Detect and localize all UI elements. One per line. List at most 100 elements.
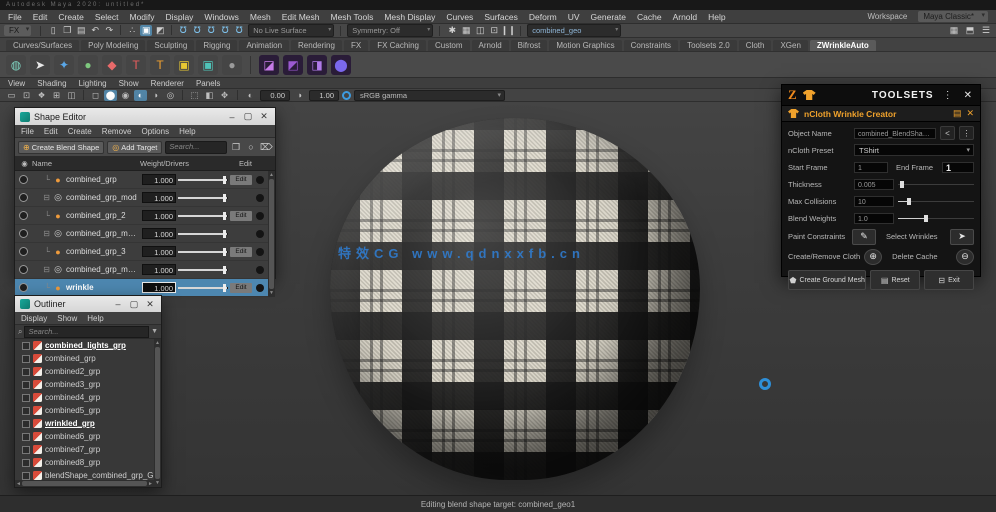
select-hierarchy-icon[interactable]: ∴ — [126, 25, 138, 36]
snap-grid-icon[interactable]: ℧ — [177, 25, 189, 36]
mute-dot[interactable] — [254, 283, 266, 292]
shelf-tab-zwrinkleauto[interactable]: ZWrinkleAuto — [809, 40, 876, 51]
visibility-checkbox[interactable] — [22, 458, 30, 467]
menu-mesh-tools[interactable]: Mesh Tools — [331, 12, 374, 22]
shelf-tab-constraints[interactable]: Constraints — [623, 40, 679, 51]
expand-toggle-icon[interactable]: ⊟ — [32, 265, 50, 274]
pause-icon[interactable]: ❙❙ — [501, 25, 516, 36]
maximize-button[interactable]: ▢ — [242, 111, 254, 122]
create-ground-mesh-button[interactable]: ⬟ Create Ground Mesh — [788, 270, 867, 290]
menu-select[interactable]: Select — [95, 12, 119, 22]
menu-uv[interactable]: UV — [568, 12, 580, 22]
shelf-tab-fx[interactable]: FX — [343, 40, 369, 51]
menu-cache[interactable]: Cache — [637, 12, 662, 22]
screen-ao-icon[interactable]: ◎ — [164, 90, 177, 101]
shelf-dark-sphere-icon[interactable]: ● — [222, 54, 242, 75]
viewport-menu-lighting[interactable]: Lighting — [79, 79, 107, 88]
solo-radio[interactable] — [19, 211, 28, 220]
plaid-cloth-mesh[interactable] — [330, 118, 700, 480]
outliner-item[interactable]: combined_grp — [15, 352, 154, 365]
expand-toggle-icon[interactable]: ⊟ — [32, 229, 50, 238]
shelf-tab-arnold[interactable]: Arnold — [471, 40, 509, 51]
end-frame-input[interactable]: 1 — [942, 161, 974, 173]
menu-display[interactable]: Display — [166, 12, 194, 22]
visibility-checkbox[interactable] — [22, 341, 30, 350]
expand-toggle-icon[interactable]: ⊟ — [32, 193, 50, 202]
shape-editor-menu-options[interactable]: Options — [142, 127, 170, 136]
redo-icon[interactable]: ↷ — [103, 25, 115, 36]
max-collisions-input[interactable]: 10 — [854, 195, 894, 207]
image-plane-icon[interactable]: ◫ — [65, 90, 78, 101]
outliner-item[interactable]: wrinkled_grp — [15, 417, 154, 430]
menu-windows[interactable]: Windows — [204, 12, 238, 22]
shelf-star-tool-icon[interactable]: ✦ — [54, 54, 74, 75]
shelf-plugin-icon-2[interactable]: ◩ — [283, 54, 303, 75]
outliner-menu-show[interactable]: Show — [57, 314, 77, 323]
outliner-item[interactable]: combined3_grp — [15, 378, 154, 391]
visibility-checkbox[interactable] — [22, 354, 30, 363]
mute-dot[interactable] — [254, 193, 266, 202]
delete-cache-button[interactable]: ⊖ — [956, 248, 974, 265]
select-wrinkles-button[interactable]: ➤ — [950, 228, 974, 245]
isolate-select-icon[interactable]: ⬚ — [188, 90, 201, 101]
outliner-horizontal-scrollbar[interactable]: ◄ ► — [15, 480, 154, 487]
mute-dot[interactable] — [254, 247, 266, 256]
weight-slider[interactable] — [178, 247, 228, 256]
shelf-tab-sculpting[interactable]: Sculpting — [147, 40, 195, 51]
menu-mesh[interactable]: Mesh — [250, 12, 271, 22]
new-scene-icon[interactable]: ▯ — [47, 25, 59, 36]
ncloth-preset-dropdown[interactable]: TShirt — [854, 144, 974, 157]
solo-radio[interactable] — [19, 175, 28, 184]
shelf-tab-toolsets-2-0[interactable]: Toolsets 2.0 — [680, 40, 737, 51]
weight-value[interactable]: 1.000 — [142, 192, 176, 203]
shelf-tab-cloth[interactable]: Cloth — [738, 40, 772, 51]
menu-edit[interactable]: Edit — [33, 12, 48, 22]
shape-editor-row[interactable]: └ ● combined_grp_2 1.000 Edit — [15, 207, 268, 225]
xray-icon[interactable]: ◧ — [203, 90, 216, 101]
weight-value[interactable]: 1.000 — [142, 246, 176, 257]
weight-slider[interactable] — [178, 229, 228, 238]
viewport-menu-show[interactable]: Show — [119, 79, 139, 88]
shelf-tab-animation[interactable]: Animation — [239, 40, 290, 51]
menu-generate[interactable]: Generate — [591, 12, 626, 22]
weight-slider[interactable] — [178, 283, 228, 292]
render-settings-icon[interactable]: ⊡ — [488, 25, 500, 36]
mute-dot[interactable] — [254, 175, 266, 184]
shelf-pointer-tool-icon[interactable]: ➤ — [30, 54, 50, 75]
render-icon[interactable]: ▦ — [460, 25, 472, 36]
shape-editor-menu-remove[interactable]: Remove — [102, 127, 132, 136]
shape-editor-menu-file[interactable]: File — [21, 127, 34, 136]
viewport-menu-shading[interactable]: Shading — [37, 79, 66, 88]
menu-create[interactable]: Create — [58, 12, 84, 22]
solo-radio[interactable] — [19, 265, 28, 274]
textured-icon[interactable]: ◉ — [119, 90, 132, 101]
menu-set-dropdown[interactable]: FX — [4, 25, 32, 36]
outliner-item[interactable]: combined7_grp — [15, 443, 154, 456]
close-button[interactable]: ✕ — [144, 299, 156, 310]
edit-target-button[interactable]: Edit — [230, 174, 252, 185]
bookmark-icon[interactable]: ⊞ — [50, 90, 63, 101]
outliner-menu-display[interactable]: Display — [21, 314, 47, 323]
weight-slider[interactable] — [178, 211, 228, 220]
snap-point-icon[interactable]: ℧ — [205, 25, 217, 36]
visibility-checkbox[interactable] — [22, 445, 30, 454]
view-transform-dropdown[interactable]: sRGB gamma — [354, 89, 505, 101]
color-management-icon[interactable] — [342, 90, 351, 100]
shelf-pink-tool-icon[interactable]: ◆ — [102, 54, 122, 75]
visibility-checkbox[interactable] — [22, 419, 30, 428]
shelf-tab-custom[interactable]: Custom — [427, 40, 470, 51]
visibility-checkbox[interactable] — [22, 471, 30, 480]
shaded-icon[interactable]: ⬤ — [104, 89, 117, 101]
shelf-plugin-icon-1[interactable]: ◪ — [259, 54, 279, 75]
weight-value[interactable]: 1.000 — [142, 264, 176, 275]
shape-editor-row[interactable]: ⊟◎combined_grp_mod21.000Edit — [15, 225, 268, 243]
thickness-slider[interactable] — [898, 179, 974, 189]
shelf-tab-curves-surfaces[interactable]: Curves/Surfaces — [6, 40, 80, 51]
select-component-icon[interactable]: ◩ — [154, 25, 166, 36]
shelf-tab-motion-graphics[interactable]: Motion Graphics — [549, 40, 622, 51]
toolsets-header[interactable]: Z TOOLSETS ⋮ ✕ — [782, 85, 980, 106]
solo-radio[interactable] — [19, 193, 28, 202]
shape-editor-search-input[interactable]: Search... — [165, 140, 227, 154]
max-collisions-slider[interactable] — [898, 196, 974, 206]
construction-history-icon[interactable]: ✱ — [446, 25, 458, 36]
